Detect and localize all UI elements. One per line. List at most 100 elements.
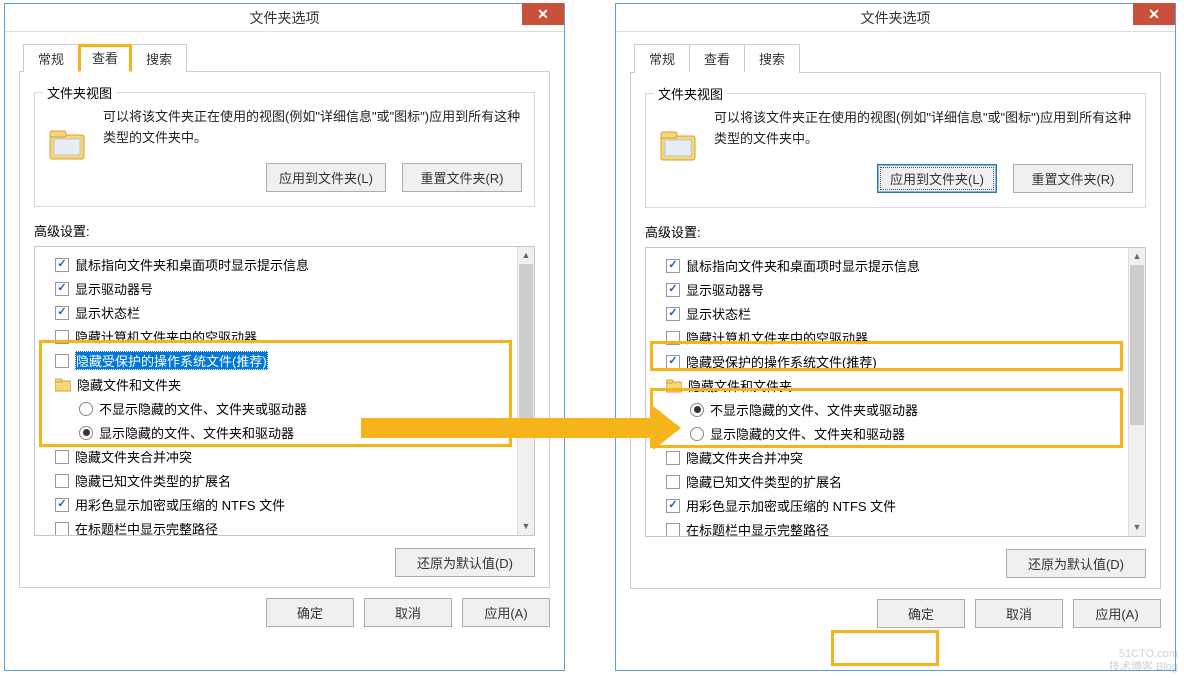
- list-item[interactable]: 在标题栏中显示完整路径: [666, 518, 1141, 537]
- scrollbar[interactable]: ▲ ▼: [517, 247, 534, 535]
- radio-icon[interactable]: [690, 427, 704, 441]
- checkbox-icon[interactable]: [55, 258, 69, 272]
- group-text: 可以将该文件夹正在使用的视图(例如"详细信息"或"图标")应用到所有这种类型的文…: [714, 108, 1133, 150]
- scroll-up-icon[interactable]: ▲: [518, 247, 534, 264]
- scroll-down-icon[interactable]: ▼: [1129, 519, 1145, 536]
- arrow-annotation: [361, 406, 681, 450]
- radio-icon[interactable]: [79, 402, 93, 416]
- list-item[interactable]: 显示隐藏的文件、文件夹和驱动器: [666, 422, 1141, 446]
- item-label: 不显示隐藏的文件、文件夹或驱动器: [99, 399, 307, 418]
- advanced-label: 高级设置:: [34, 221, 535, 240]
- checkbox-icon[interactable]: [666, 331, 680, 345]
- ok-button[interactable]: 确定: [877, 599, 965, 628]
- checkbox-icon[interactable]: [666, 259, 680, 273]
- checkbox-icon[interactable]: [55, 450, 69, 464]
- tab-general[interactable]: 常规: [23, 44, 79, 72]
- tab-general[interactable]: 常规: [634, 44, 690, 73]
- checkbox-icon[interactable]: [666, 307, 680, 321]
- item-label: 显示状态栏: [686, 304, 751, 323]
- restore-defaults-button[interactable]: 还原为默认值(D): [1006, 549, 1146, 578]
- checkbox-icon[interactable]: [666, 283, 680, 297]
- scroll-up-icon[interactable]: ▲: [1129, 248, 1145, 265]
- list-item[interactable]: 显示状态栏: [55, 301, 530, 325]
- item-label: 在标题栏中显示完整路径: [75, 519, 218, 536]
- item-label: 隐藏已知文件类型的扩展名: [686, 472, 842, 491]
- tab-search[interactable]: 搜索: [744, 44, 800, 73]
- checkbox-icon[interactable]: [666, 355, 680, 369]
- list-item[interactable]: 在标题栏中显示完整路径: [55, 517, 530, 536]
- cancel-button[interactable]: 取消: [364, 598, 452, 627]
- dialog-footer: 确定 取消 应用(A): [5, 598, 564, 627]
- list-item[interactable]: 隐藏文件夹合并冲突: [666, 446, 1141, 470]
- window-title: 文件夹选项: [5, 8, 564, 28]
- item-label: 在标题栏中显示完整路径: [686, 520, 829, 537]
- tab-search[interactable]: 搜索: [131, 44, 187, 72]
- group-title: 文件夹视图: [43, 83, 116, 102]
- checkbox-icon[interactable]: [666, 475, 680, 489]
- list-item[interactable]: 隐藏已知文件类型的扩展名: [666, 470, 1141, 494]
- radio-icon[interactable]: [690, 403, 704, 417]
- item-label: 显示隐藏的文件、文件夹和驱动器: [99, 423, 294, 442]
- restore-defaults-button[interactable]: 还原为默认值(D): [395, 548, 535, 577]
- tab-view[interactable]: 查看: [78, 44, 132, 72]
- item-label: 鼠标指向文件夹和桌面项时显示提示信息: [686, 256, 920, 275]
- item-label: 不显示隐藏的文件、文件夹或驱动器: [710, 400, 918, 419]
- list-item[interactable]: 隐藏受保护的操作系统文件(推荐): [55, 349, 530, 373]
- ok-button[interactable]: 确定: [266, 598, 354, 627]
- list-item[interactable]: 鼠标指向文件夹和桌面项时显示提示信息: [666, 254, 1141, 278]
- item-label: 隐藏已知文件类型的扩展名: [75, 471, 231, 490]
- item-label: 隐藏计算机文件夹中的空驱动器: [686, 328, 868, 347]
- list-item[interactable]: 隐藏文件和文件夹: [55, 373, 530, 397]
- radio-icon[interactable]: [79, 426, 93, 440]
- list-item[interactable]: 隐藏计算机文件夹中的空驱动器: [55, 325, 530, 349]
- checkbox-icon[interactable]: [666, 523, 680, 537]
- reset-folders-button[interactable]: 重置文件夹(R): [1013, 164, 1133, 193]
- apply-button[interactable]: 应用(A): [462, 598, 550, 627]
- item-label: 显示状态栏: [75, 303, 140, 322]
- list-item[interactable]: 隐藏计算机文件夹中的空驱动器: [666, 326, 1141, 350]
- list-item[interactable]: 隐藏受保护的操作系统文件(推荐): [666, 350, 1141, 374]
- apply-button[interactable]: 应用(A): [1073, 599, 1161, 628]
- checkbox-icon[interactable]: [55, 522, 69, 536]
- reset-folders-button[interactable]: 重置文件夹(R): [402, 163, 522, 192]
- checkbox-icon[interactable]: [55, 498, 69, 512]
- checkbox-icon[interactable]: [55, 474, 69, 488]
- checkbox-icon[interactable]: [55, 354, 69, 368]
- tabs: 常规 查看 搜索: [634, 44, 1175, 73]
- folder-icon: [658, 126, 698, 166]
- item-label: 隐藏文件和文件夹: [688, 376, 792, 395]
- list-item[interactable]: 鼠标指向文件夹和桌面项时显示提示信息: [55, 253, 530, 277]
- close-button[interactable]: ✕: [522, 3, 564, 25]
- checkbox-icon[interactable]: [55, 330, 69, 344]
- list-item[interactable]: 用彩色显示加密或压缩的 NTFS 文件: [666, 494, 1141, 518]
- checkbox-icon[interactable]: [55, 306, 69, 320]
- apply-to-folders-button[interactable]: 应用到文件夹(L): [877, 164, 997, 193]
- scroll-thumb[interactable]: [519, 264, 533, 424]
- list-item[interactable]: 隐藏已知文件类型的扩展名: [55, 469, 530, 493]
- scrollbar[interactable]: ▲ ▼: [1128, 248, 1145, 536]
- list-item[interactable]: 隐藏文件和文件夹: [666, 374, 1141, 398]
- apply-to-folders-button[interactable]: 应用到文件夹(L): [266, 163, 386, 192]
- list-item[interactable]: 显示状态栏: [666, 302, 1141, 326]
- checkbox-icon[interactable]: [666, 499, 680, 513]
- scroll-thumb[interactable]: [1130, 265, 1144, 425]
- group-text: 可以将该文件夹正在使用的视图(例如"详细信息"或"图标")应用到所有这种类型的文…: [103, 107, 522, 149]
- item-label: 隐藏文件夹合并冲突: [75, 447, 192, 466]
- list-item[interactable]: 显示驱动器号: [666, 278, 1141, 302]
- list-item[interactable]: 显示驱动器号: [55, 277, 530, 301]
- tabs: 常规 查看 搜索: [23, 44, 564, 72]
- list-item[interactable]: 用彩色显示加密或压缩的 NTFS 文件: [55, 493, 530, 517]
- item-label: 隐藏受保护的操作系统文件(推荐): [686, 352, 877, 371]
- list-item[interactable]: 不显示隐藏的文件、文件夹或驱动器: [666, 398, 1141, 422]
- folder-icon: [666, 379, 682, 393]
- close-button[interactable]: ✕: [1133, 3, 1175, 25]
- advanced-settings-list[interactable]: 鼠标指向文件夹和桌面项时显示提示信息显示驱动器号显示状态栏隐藏计算机文件夹中的空…: [34, 246, 535, 536]
- checkbox-icon[interactable]: [55, 282, 69, 296]
- tab-content: 文件夹视图 可以将该文件夹正在使用的视图(例如"详细信息"或"图标")应用到所有…: [630, 72, 1161, 589]
- advanced-settings-list[interactable]: 鼠标指向文件夹和桌面项时显示提示信息显示驱动器号显示状态栏隐藏计算机文件夹中的空…: [645, 247, 1146, 537]
- tab-view[interactable]: 查看: [689, 44, 745, 73]
- item-label: 显示隐藏的文件、文件夹和驱动器: [710, 424, 905, 443]
- scroll-down-icon[interactable]: ▼: [518, 518, 534, 535]
- cancel-button[interactable]: 取消: [975, 599, 1063, 628]
- checkbox-icon[interactable]: [666, 451, 680, 465]
